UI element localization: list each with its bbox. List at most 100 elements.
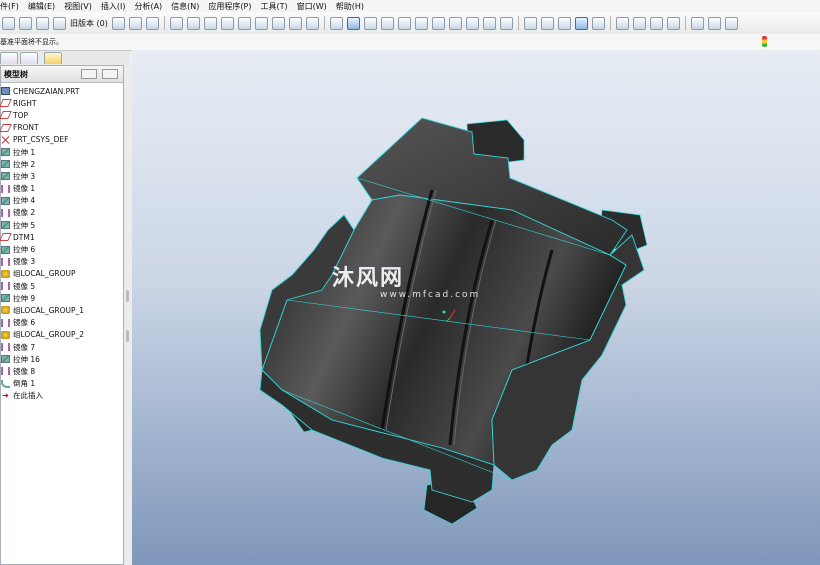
new-file-icon[interactable] — [2, 16, 15, 30]
tree-item[interactable]: ➔ 在此插入 — [1, 390, 123, 402]
model-tree-panel: 模型树 CHENGZAIAN.PRT RIGHT TOP FRONT PRT_CSYS_… — [0, 65, 124, 565]
tree-item[interactable]: 拉伸 1 — [1, 146, 123, 158]
tree-item[interactable]: 镜像 6 — [1, 317, 123, 329]
tree-columns-icon[interactable] — [102, 69, 118, 79]
splitter-grip[interactable] — [126, 290, 129, 302]
tree-item[interactable]: TOP — [0, 109, 123, 121]
print-preview-icon[interactable] — [145, 16, 159, 30]
menu-bar: 件(F) 编辑(E) 视图(V) 插入(I) 分析(A) 信息(N) 应用程序(… — [0, 0, 820, 12]
part-icon — [1, 87, 10, 96]
copy-icon[interactable] — [220, 16, 234, 30]
tree-item[interactable]: 组LOCAL_GROUP — [1, 268, 123, 280]
tree-item[interactable]: 镜像 7 — [1, 341, 123, 353]
layers-icon[interactable] — [482, 16, 496, 30]
tree-item-label: TOP — [13, 110, 29, 120]
paste-special-icon[interactable] — [254, 16, 268, 30]
revision-button[interactable]: 旧版本 (0) — [70, 18, 108, 29]
tree-item[interactable]: 组LOCAL_GROUP_1 — [1, 304, 123, 316]
menu-help[interactable]: 帮助(H) — [336, 1, 364, 12]
tree-item[interactable]: 倒角 1 — [1, 378, 123, 390]
tree-item[interactable]: 镜像 8 — [1, 365, 123, 377]
find-icon[interactable] — [288, 16, 302, 30]
menu-analysis[interactable]: 分析(A) — [134, 1, 162, 12]
tree-item[interactable]: 拉伸 4 — [1, 195, 123, 207]
tree-item-label: 拉伸 16 — [13, 354, 40, 364]
view-manager-icon[interactable] — [499, 16, 513, 30]
tree-item[interactable]: 拉伸 9 — [1, 292, 123, 304]
tree-item[interactable]: FRONT — [0, 122, 123, 134]
select-box-icon[interactable] — [305, 16, 319, 30]
open-file-icon[interactable] — [19, 16, 32, 30]
orient-mode-icon[interactable] — [363, 16, 377, 30]
model-tree: CHENGZAIAN.PRT RIGHT TOP FRONT PRT_CSYS_DEF 拉… — [0, 83, 123, 402]
model-tree-title: 模型树 — [4, 70, 28, 79]
group-icon — [1, 269, 10, 278]
favorites-tab-icon[interactable] — [44, 52, 62, 64]
paste-icon[interactable] — [237, 16, 251, 30]
open-folder-icon[interactable] — [36, 16, 49, 30]
tree-item[interactable]: 组LOCAL_GROUP_2 — [1, 329, 123, 341]
save-icon[interactable] — [53, 16, 66, 30]
tree-item[interactable]: 镜像 1 — [1, 183, 123, 195]
menu-edit[interactable]: 编辑(E) — [28, 1, 55, 12]
csys-display-icon[interactable] — [666, 16, 680, 30]
tree-settings-icon[interactable] — [81, 69, 97, 79]
point-display-icon[interactable] — [649, 16, 663, 30]
hidden-line-icon[interactable] — [540, 16, 554, 30]
refit-icon[interactable] — [431, 16, 445, 30]
wireframe-icon[interactable] — [523, 16, 537, 30]
tree-item-label: 镜像 3 — [13, 257, 36, 267]
email-icon[interactable] — [128, 16, 142, 30]
tree-item[interactable]: DTM1 — [0, 231, 123, 243]
tree-item[interactable]: RIGHT — [0, 97, 123, 109]
menu-window[interactable]: 窗口(W) — [297, 1, 327, 12]
no-hidden-icon[interactable] — [557, 16, 571, 30]
appearance-icon[interactable] — [380, 16, 394, 30]
mirror-icon — [1, 184, 10, 193]
undo-icon[interactable] — [169, 16, 183, 30]
tree-item[interactable]: 拉伸 6 — [1, 243, 123, 255]
menu-insert[interactable]: 插入(I) — [101, 1, 126, 12]
tree-item[interactable]: 拉伸 2 — [1, 158, 123, 170]
menu-applications[interactable]: 应用程序(P) — [208, 1, 251, 12]
menu-view[interactable]: 视图(V) — [64, 1, 92, 12]
saved-views-icon[interactable] — [465, 16, 479, 30]
tree-item[interactable]: 拉伸 3 — [1, 170, 123, 182]
tree-item[interactable]: CHENGZAIAN.PRT — [1, 85, 123, 97]
menu-file[interactable]: 件(F) — [0, 1, 19, 12]
main-toolbar: 旧版本 (0) — [0, 12, 820, 34]
group-icon — [1, 306, 10, 315]
context-help-icon[interactable] — [724, 16, 738, 30]
zoom-in-icon[interactable] — [397, 16, 411, 30]
traffic-light-icon[interactable] — [762, 36, 767, 47]
tree-item[interactable]: 镜像 5 — [1, 280, 123, 292]
sketch-tool-icon[interactable] — [690, 16, 704, 30]
tree-item[interactable]: 镜像 3 — [1, 256, 123, 268]
panel-splitter[interactable] — [124, 65, 132, 565]
redo-icon[interactable] — [186, 16, 200, 30]
datum-axis-display-icon[interactable] — [632, 16, 646, 30]
tree-item[interactable]: PRT_CSYS_DEF — [1, 134, 123, 146]
enhanced-realism-icon[interactable] — [591, 16, 605, 30]
model-tree-tab-icon[interactable] — [0, 52, 18, 64]
extrude-icon — [1, 355, 10, 364]
regenerate-icon[interactable] — [271, 16, 285, 30]
reorient-icon[interactable] — [448, 16, 462, 30]
cut-icon[interactable] — [203, 16, 217, 30]
datum-plane-display-icon[interactable] — [615, 16, 629, 30]
close-window-icon[interactable] — [707, 16, 721, 30]
menu-info[interactable]: 信息(N) — [171, 1, 199, 12]
spin-center-icon[interactable] — [346, 16, 360, 30]
shading-icon[interactable] — [574, 16, 588, 30]
tree-item[interactable]: 拉伸 16 — [1, 353, 123, 365]
print-icon[interactable] — [111, 16, 125, 30]
splitter-grip[interactable] — [126, 330, 129, 342]
tree-item[interactable]: 镜像 2 — [1, 207, 123, 219]
graphics-viewport[interactable]: 沐风网 www.mfcad.com — [132, 50, 820, 565]
menu-tools[interactable]: 工具(T) — [261, 1, 288, 12]
tree-item[interactable]: 拉伸 5 — [1, 219, 123, 231]
zoom-out-icon[interactable] — [414, 16, 428, 30]
repaint-icon[interactable] — [329, 16, 343, 30]
part-3d-model[interactable] — [132, 50, 820, 565]
folder-browser-tab-icon[interactable] — [20, 52, 38, 64]
